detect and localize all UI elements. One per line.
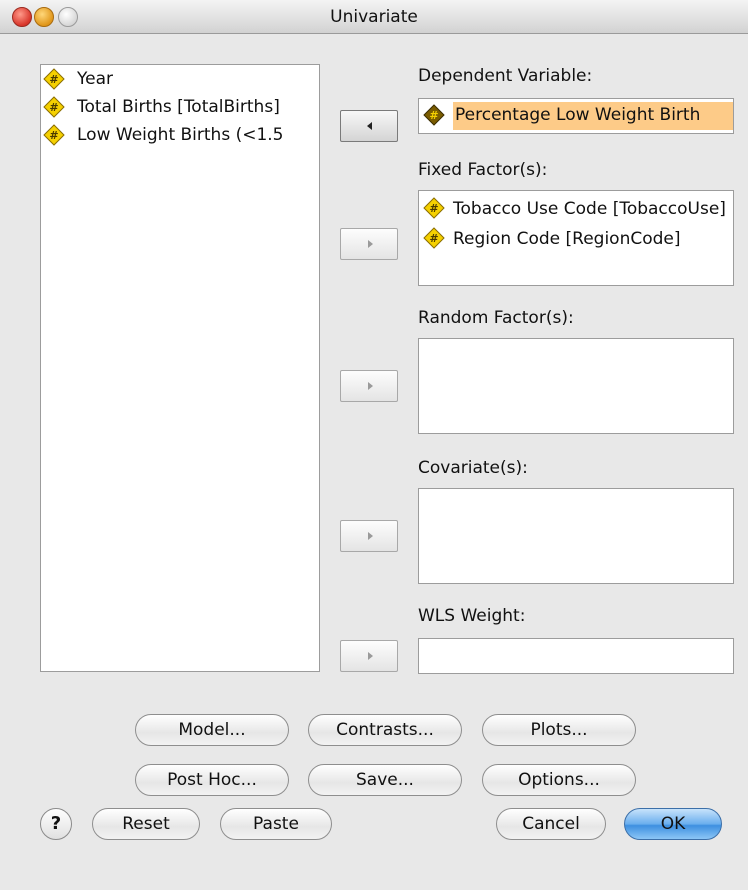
post-hoc-button[interactable]: Post Hoc... (135, 764, 289, 796)
title-bar: Univariate (0, 0, 748, 34)
svg-text:#: # (49, 101, 58, 114)
options-button[interactable]: Options... (482, 764, 636, 796)
variable-label: Tobacco Use Code [TobaccoUse] (453, 199, 726, 219)
fixed-factors-list[interactable]: # Tobacco Use Code [TobaccoUse] # Region… (418, 190, 734, 286)
dialog-body: # Year # Total Births [TotalBirths] # Lo… (0, 34, 748, 890)
dependent-variable-label: Dependent Variable: (418, 66, 593, 86)
ok-button[interactable]: OK (624, 808, 722, 840)
list-item-total-births[interactable]: # Total Births [TotalBirths] (41, 93, 319, 121)
arrow-right-icon (368, 532, 373, 540)
window-title: Univariate (330, 7, 418, 27)
list-item-year[interactable]: # Year (41, 65, 319, 93)
move-covariate-button[interactable] (340, 520, 398, 552)
move-random-factor-button[interactable] (340, 370, 398, 402)
arrow-right-icon (368, 652, 373, 660)
wls-weight-field[interactable] (418, 638, 734, 674)
fixed-factors-label: Fixed Factor(s): (418, 160, 548, 180)
variable-label: Region Code [RegionCode] (453, 229, 681, 249)
random-factors-label: Random Factor(s): (418, 308, 574, 328)
move-fixed-factor-button[interactable] (340, 228, 398, 260)
scale-variable-icon: # (423, 227, 445, 249)
dependent-variable-field[interactable]: # Percentage Low Weight Birth (418, 98, 734, 134)
variable-label: Low Weight Births (<1.5 (77, 125, 284, 145)
scale-variable-icon: # (423, 104, 445, 126)
svg-text:#: # (49, 129, 58, 142)
variable-label: Total Births [TotalBirths] (77, 97, 280, 117)
random-factors-list[interactable] (418, 338, 734, 434)
paste-button[interactable]: Paste (220, 808, 332, 840)
covariates-list[interactable] (418, 488, 734, 584)
move-dependent-button[interactable] (340, 110, 398, 142)
cancel-button[interactable]: Cancel (496, 808, 606, 840)
arrow-right-icon (368, 382, 373, 390)
move-wls-weight-button[interactable] (340, 640, 398, 672)
list-item-low-weight-births[interactable]: # Low Weight Births (<1.5 (41, 121, 319, 149)
list-item-tobacco-use[interactable]: # Tobacco Use Code [TobaccoUse] (419, 193, 733, 223)
svg-text:#: # (429, 109, 438, 122)
arrow-left-icon (367, 122, 372, 130)
wls-weight-label: WLS Weight: (418, 606, 526, 626)
contrasts-button[interactable]: Contrasts... (308, 714, 462, 746)
svg-text:#: # (429, 202, 438, 215)
save-button[interactable]: Save... (308, 764, 462, 796)
svg-text:#: # (49, 73, 58, 86)
list-item-region-code[interactable]: # Region Code [RegionCode] (419, 223, 733, 253)
dependent-variable-selection[interactable]: Percentage Low Weight Birth (453, 102, 733, 130)
help-button[interactable]: ? (40, 808, 72, 840)
scale-variable-icon: # (43, 96, 65, 118)
source-variable-list[interactable]: # Year # Total Births [TotalBirths] # Lo… (40, 64, 320, 672)
scale-variable-icon: # (423, 197, 445, 219)
scale-variable-icon: # (43, 124, 65, 146)
arrow-right-icon (368, 240, 373, 248)
covariates-label: Covariate(s): (418, 458, 528, 478)
model-button[interactable]: Model... (135, 714, 289, 746)
scale-variable-icon: # (43, 68, 65, 90)
plots-button[interactable]: Plots... (482, 714, 636, 746)
svg-text:#: # (429, 232, 438, 245)
dependent-variable-value: Percentage Low Weight Birth (455, 105, 701, 125)
variable-label: Year (77, 69, 113, 89)
reset-button[interactable]: Reset (92, 808, 200, 840)
